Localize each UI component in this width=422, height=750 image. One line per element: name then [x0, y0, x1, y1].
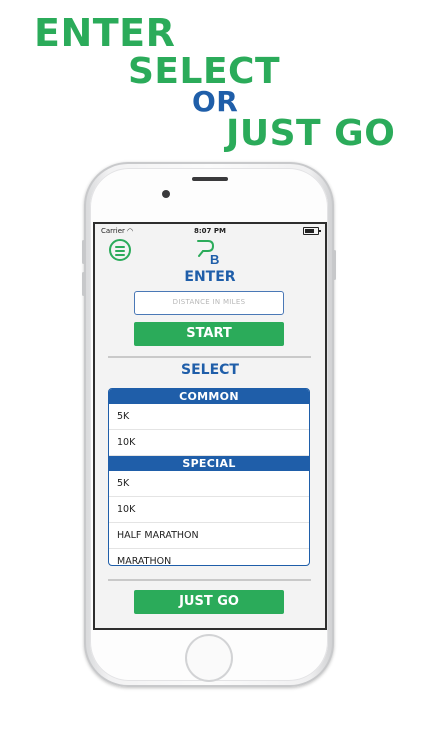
power-button	[333, 250, 336, 280]
start-button[interactable]: START	[134, 322, 284, 346]
home-button[interactable]	[185, 634, 233, 682]
volume-button	[82, 272, 85, 296]
menu-bar	[115, 254, 125, 256]
battery-icon	[303, 227, 321, 235]
divider	[108, 579, 311, 581]
distance-input[interactable]: DISTANCE IN MILES	[134, 291, 284, 315]
app-logo-icon: B	[197, 240, 219, 266]
volume-button	[82, 240, 85, 264]
menu-bar	[115, 246, 125, 248]
earpiece-speaker	[192, 177, 228, 181]
list-item-common-5k[interactable]: 5K	[109, 404, 309, 430]
hamburger-menu-button[interactable]	[109, 239, 131, 261]
list-item-special-10k[interactable]: 10K	[109, 497, 309, 523]
select-title: SELECT	[181, 362, 239, 378]
status-bar: Carrier ◠ 8:07 PM	[95, 224, 325, 238]
status-time: 8:07 PM	[194, 227, 226, 235]
divider	[108, 356, 311, 358]
list-item-marathon[interactable]: MARATHON	[109, 549, 309, 565]
headline-enter: ENTER	[34, 11, 176, 55]
list-header-common: COMMON	[109, 389, 309, 404]
app-logo-letter: B	[210, 252, 219, 266]
list-item-common-10k[interactable]: 10K	[109, 430, 309, 456]
enter-title: ENTER	[184, 269, 236, 285]
list-item-special-5k[interactable]: 5K	[109, 471, 309, 497]
list-header-special: SPECIAL	[109, 456, 309, 471]
menu-bar	[115, 250, 125, 252]
front-camera	[162, 190, 170, 198]
list-item-half-marathon[interactable]: HALF MARATHON	[109, 523, 309, 549]
distance-list[interactable]: COMMON 5K 10K SPECIAL 5K 10K HALF MARATH…	[108, 388, 310, 566]
app-screen: Carrier ◠ 8:07 PM B ENTER DISTANCE IN MI…	[95, 224, 325, 628]
headline-or: OR	[192, 85, 239, 118]
just-go-button[interactable]: JUST GO	[134, 590, 284, 614]
headline-just-go: JUST GO	[226, 113, 396, 154]
